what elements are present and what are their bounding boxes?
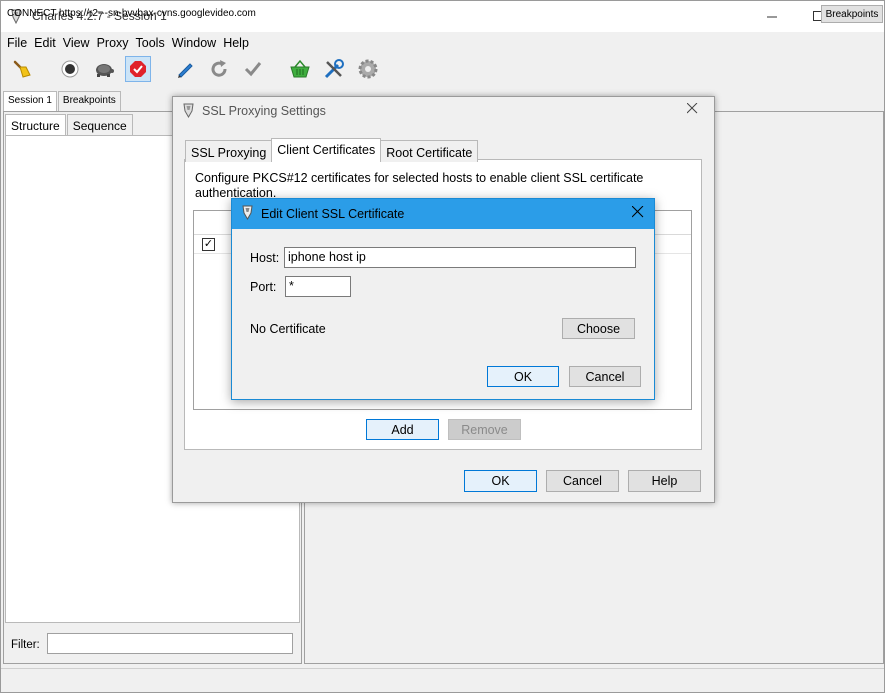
port-input[interactable]: * [285,276,351,297]
ssl-dialog-close-button[interactable] [686,101,698,119]
ssl-dialog-title: SSL Proxying Settings [202,104,326,118]
close-icon [631,205,644,218]
shopping-basket-button[interactable] [287,56,313,82]
charles-main-window: Charles 4.2.7 - Session 1 File Edit View… [0,0,885,693]
status-bar [1,668,884,692]
edit-dialog-close-button[interactable] [631,203,644,223]
tab-breakpoints[interactable]: Breakpoints [57,91,121,111]
tab-client-certificates[interactable]: Client Certificates [271,138,382,162]
ssl-cancel-button[interactable]: Cancel [546,470,619,492]
ssl-dialog-tabs: SSL Proxying Client Certificates Root Ce… [185,138,479,162]
tools-button[interactable] [321,56,347,82]
tools-icon [324,59,344,79]
add-button[interactable]: Add [366,419,439,440]
charles-logo-icon [242,205,253,220]
menu-window[interactable]: Window [172,34,223,54]
turtle-throttle-icon [96,64,114,77]
broom-icon [13,60,31,78]
session-tabs: Session 1 Breakpoints [3,91,122,112]
certificate-status: No Certificate [250,322,326,336]
tab-session-1[interactable]: Session 1 [3,91,57,112]
view-tabs: Structure Sequence [5,114,134,136]
status-text: CONNECT https://r2---sn-bvvbax-cvns.goog… [7,8,256,19]
clear-session-button[interactable] [10,56,36,82]
menu-file[interactable]: File [7,34,34,54]
port-label: Port: [250,280,277,294]
edit-dialog-title: Edit Client SSL Certificate [261,207,405,221]
minimize-button[interactable] [749,1,795,32]
choose-certificate-button[interactable]: Choose [562,318,635,339]
validate-button[interactable] [240,56,266,82]
edit-cancel-button[interactable]: Cancel [569,366,641,387]
tick-validate-icon [244,62,262,77]
gear-settings-icon [358,59,378,79]
host-input[interactable]: iphone host ip [284,247,636,268]
record-button[interactable] [57,56,83,82]
basket-icon [290,59,310,78]
menu-help[interactable]: Help [223,34,256,54]
breakpoints-toggle-button[interactable] [125,56,151,82]
host-label: Host: [250,251,280,265]
close-icon [686,102,698,114]
menu-proxy[interactable]: Proxy [97,34,136,54]
row-enabled-checkbox[interactable]: ✓ [202,238,215,251]
record-icon [61,60,79,78]
filter-label: Filter: [11,639,40,651]
minimize-icon [766,16,777,18]
client-certificates-description: Configure PKCS#12 certificates for selec… [195,171,644,200]
tab-structure[interactable]: Structure [5,114,66,136]
charles-logo-icon [183,103,194,118]
ssl-ok-button[interactable]: OK [464,470,537,492]
menu-view[interactable]: View [63,34,97,54]
toolbar [1,56,884,86]
filter-input[interactable] [47,633,293,654]
ssl-help-button[interactable]: Help [628,470,701,492]
tab-ssl-proxying[interactable]: SSL Proxying [185,140,273,162]
remove-button[interactable]: Remove [448,419,521,440]
compose-button[interactable] [172,56,198,82]
settings-button[interactable] [355,56,381,82]
menu-edit[interactable]: Edit [34,34,63,54]
refresh-icon [211,60,227,77]
menu-bar: File Edit View Proxy Tools Window Help [1,34,884,54]
tab-sequence[interactable]: Sequence [66,114,133,135]
status-breakpoints-button[interactable]: Breakpoints [821,5,883,23]
edit-ok-button[interactable]: OK [487,366,559,387]
pen-compose-icon [178,63,193,78]
repeat-button[interactable] [206,56,232,82]
tab-root-certificate[interactable]: Root Certificate [380,140,479,162]
menu-tools[interactable]: Tools [136,34,172,54]
throttle-button[interactable] [91,56,117,82]
breakpoints-icon [130,61,146,77]
